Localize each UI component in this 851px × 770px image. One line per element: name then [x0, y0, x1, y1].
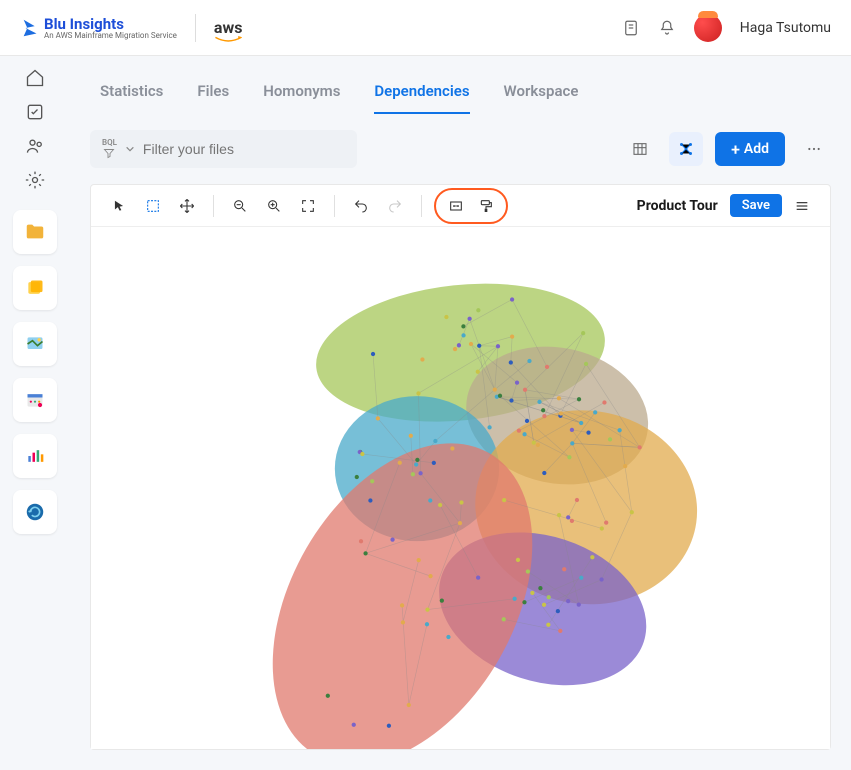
map-icon: [25, 334, 45, 354]
graph-toolbar: Product Tour Save: [91, 185, 830, 227]
table-icon: [632, 141, 648, 157]
logo-subtitle: An AWS Mainframe Migration Service: [44, 31, 177, 40]
dependency-graph-canvas[interactable]: [91, 227, 830, 749]
avatar[interactable]: [694, 14, 722, 42]
calendar-icon: [25, 390, 45, 410]
home-icon[interactable]: [25, 68, 45, 88]
tab-files[interactable]: Files: [197, 76, 229, 114]
rail-card-map[interactable]: [13, 322, 57, 366]
expand-icon: [300, 198, 316, 214]
zoom-out-tool[interactable]: [226, 192, 254, 220]
save-button[interactable]: Save: [730, 194, 782, 217]
header-left: Blu Insights An AWS Mainframe Migration …: [20, 14, 242, 42]
move-icon: [179, 198, 195, 214]
highlighted-tools: [434, 188, 508, 224]
sticky-notes-icon: [25, 278, 45, 298]
bql-badge: BQL: [102, 139, 117, 147]
bar-chart-icon: [25, 446, 45, 466]
more-menu-button[interactable]: [797, 132, 831, 166]
zoom-out-icon: [232, 198, 248, 214]
content-area: Statistics Files Homonyms Dependencies W…: [70, 56, 851, 770]
tab-bar: Statistics Files Homonyms Dependencies W…: [90, 66, 831, 114]
header-right: Haga Tsutomu: [622, 14, 831, 42]
app-header: Blu Insights An AWS Mainframe Migration …: [0, 0, 851, 56]
plus-icon: +: [731, 140, 740, 159]
group-tool[interactable]: [442, 192, 470, 220]
network-icon: [677, 140, 695, 158]
cursor-icon: [112, 199, 126, 213]
checklist-icon[interactable]: [25, 102, 45, 122]
chevron-down-icon: [125, 144, 135, 154]
graph-view-button[interactable]: [669, 132, 703, 166]
bell-icon[interactable]: [658, 19, 676, 37]
filter-bar[interactable]: BQL: [90, 130, 357, 168]
zoom-in-icon: [266, 198, 282, 214]
group-icon: [448, 198, 464, 214]
redo-icon: [387, 198, 403, 214]
graph-panel: Product Tour Save: [90, 184, 831, 750]
blu-insights-logo-icon: [20, 17, 42, 39]
undo-tool[interactable]: [347, 192, 375, 220]
aws-smile-icon: [214, 36, 243, 43]
filter-input[interactable]: [143, 141, 345, 157]
paint-roller-icon: [478, 198, 494, 214]
pan-tool[interactable]: [173, 192, 201, 220]
dependency-graph: [91, 227, 830, 749]
folder-icon: [24, 221, 46, 243]
zoom-in-tool[interactable]: [260, 192, 288, 220]
tab-homonyms[interactable]: Homonyms: [263, 76, 340, 114]
logo-blu-insights[interactable]: Blu Insights An AWS Mainframe Migration …: [20, 15, 177, 40]
user-name[interactable]: Haga Tsutomu: [740, 20, 831, 36]
select-rect-tool[interactable]: [139, 192, 167, 220]
rail-card-refresh[interactable]: [13, 490, 57, 534]
panel-menu-button[interactable]: [788, 192, 816, 220]
table-view-button[interactable]: [623, 132, 657, 166]
docs-icon[interactable]: [622, 19, 640, 37]
filter-funnel-icon: [102, 147, 116, 159]
add-button[interactable]: +Add: [715, 132, 785, 166]
rail-card-calendar[interactable]: [13, 378, 57, 422]
rail-card-folder[interactable]: [13, 210, 57, 254]
fit-tool[interactable]: [294, 192, 322, 220]
aws-logo[interactable]: aws: [214, 18, 243, 37]
redo-tool[interactable]: [381, 192, 409, 220]
marquee-icon: [145, 198, 161, 214]
paint-tool[interactable]: [472, 192, 500, 220]
dots-icon: [806, 141, 822, 157]
tab-statistics[interactable]: Statistics: [100, 76, 163, 114]
hamburger-icon: [794, 198, 810, 214]
rail-card-chart[interactable]: [13, 434, 57, 478]
users-icon[interactable]: [25, 136, 45, 156]
rail-card-notes[interactable]: [13, 266, 57, 310]
pointer-tool[interactable]: [105, 192, 133, 220]
divider: [195, 14, 196, 42]
content-toolbar: BQL +Add: [90, 130, 831, 168]
refresh-globe-icon: [24, 501, 46, 523]
undo-icon: [353, 198, 369, 214]
tab-workspace[interactable]: Workspace: [504, 76, 579, 114]
tab-dependencies[interactable]: Dependencies: [374, 76, 469, 114]
left-rail: [0, 56, 70, 770]
gear-icon[interactable]: [25, 170, 45, 190]
product-tour-button[interactable]: Product Tour: [637, 198, 718, 214]
